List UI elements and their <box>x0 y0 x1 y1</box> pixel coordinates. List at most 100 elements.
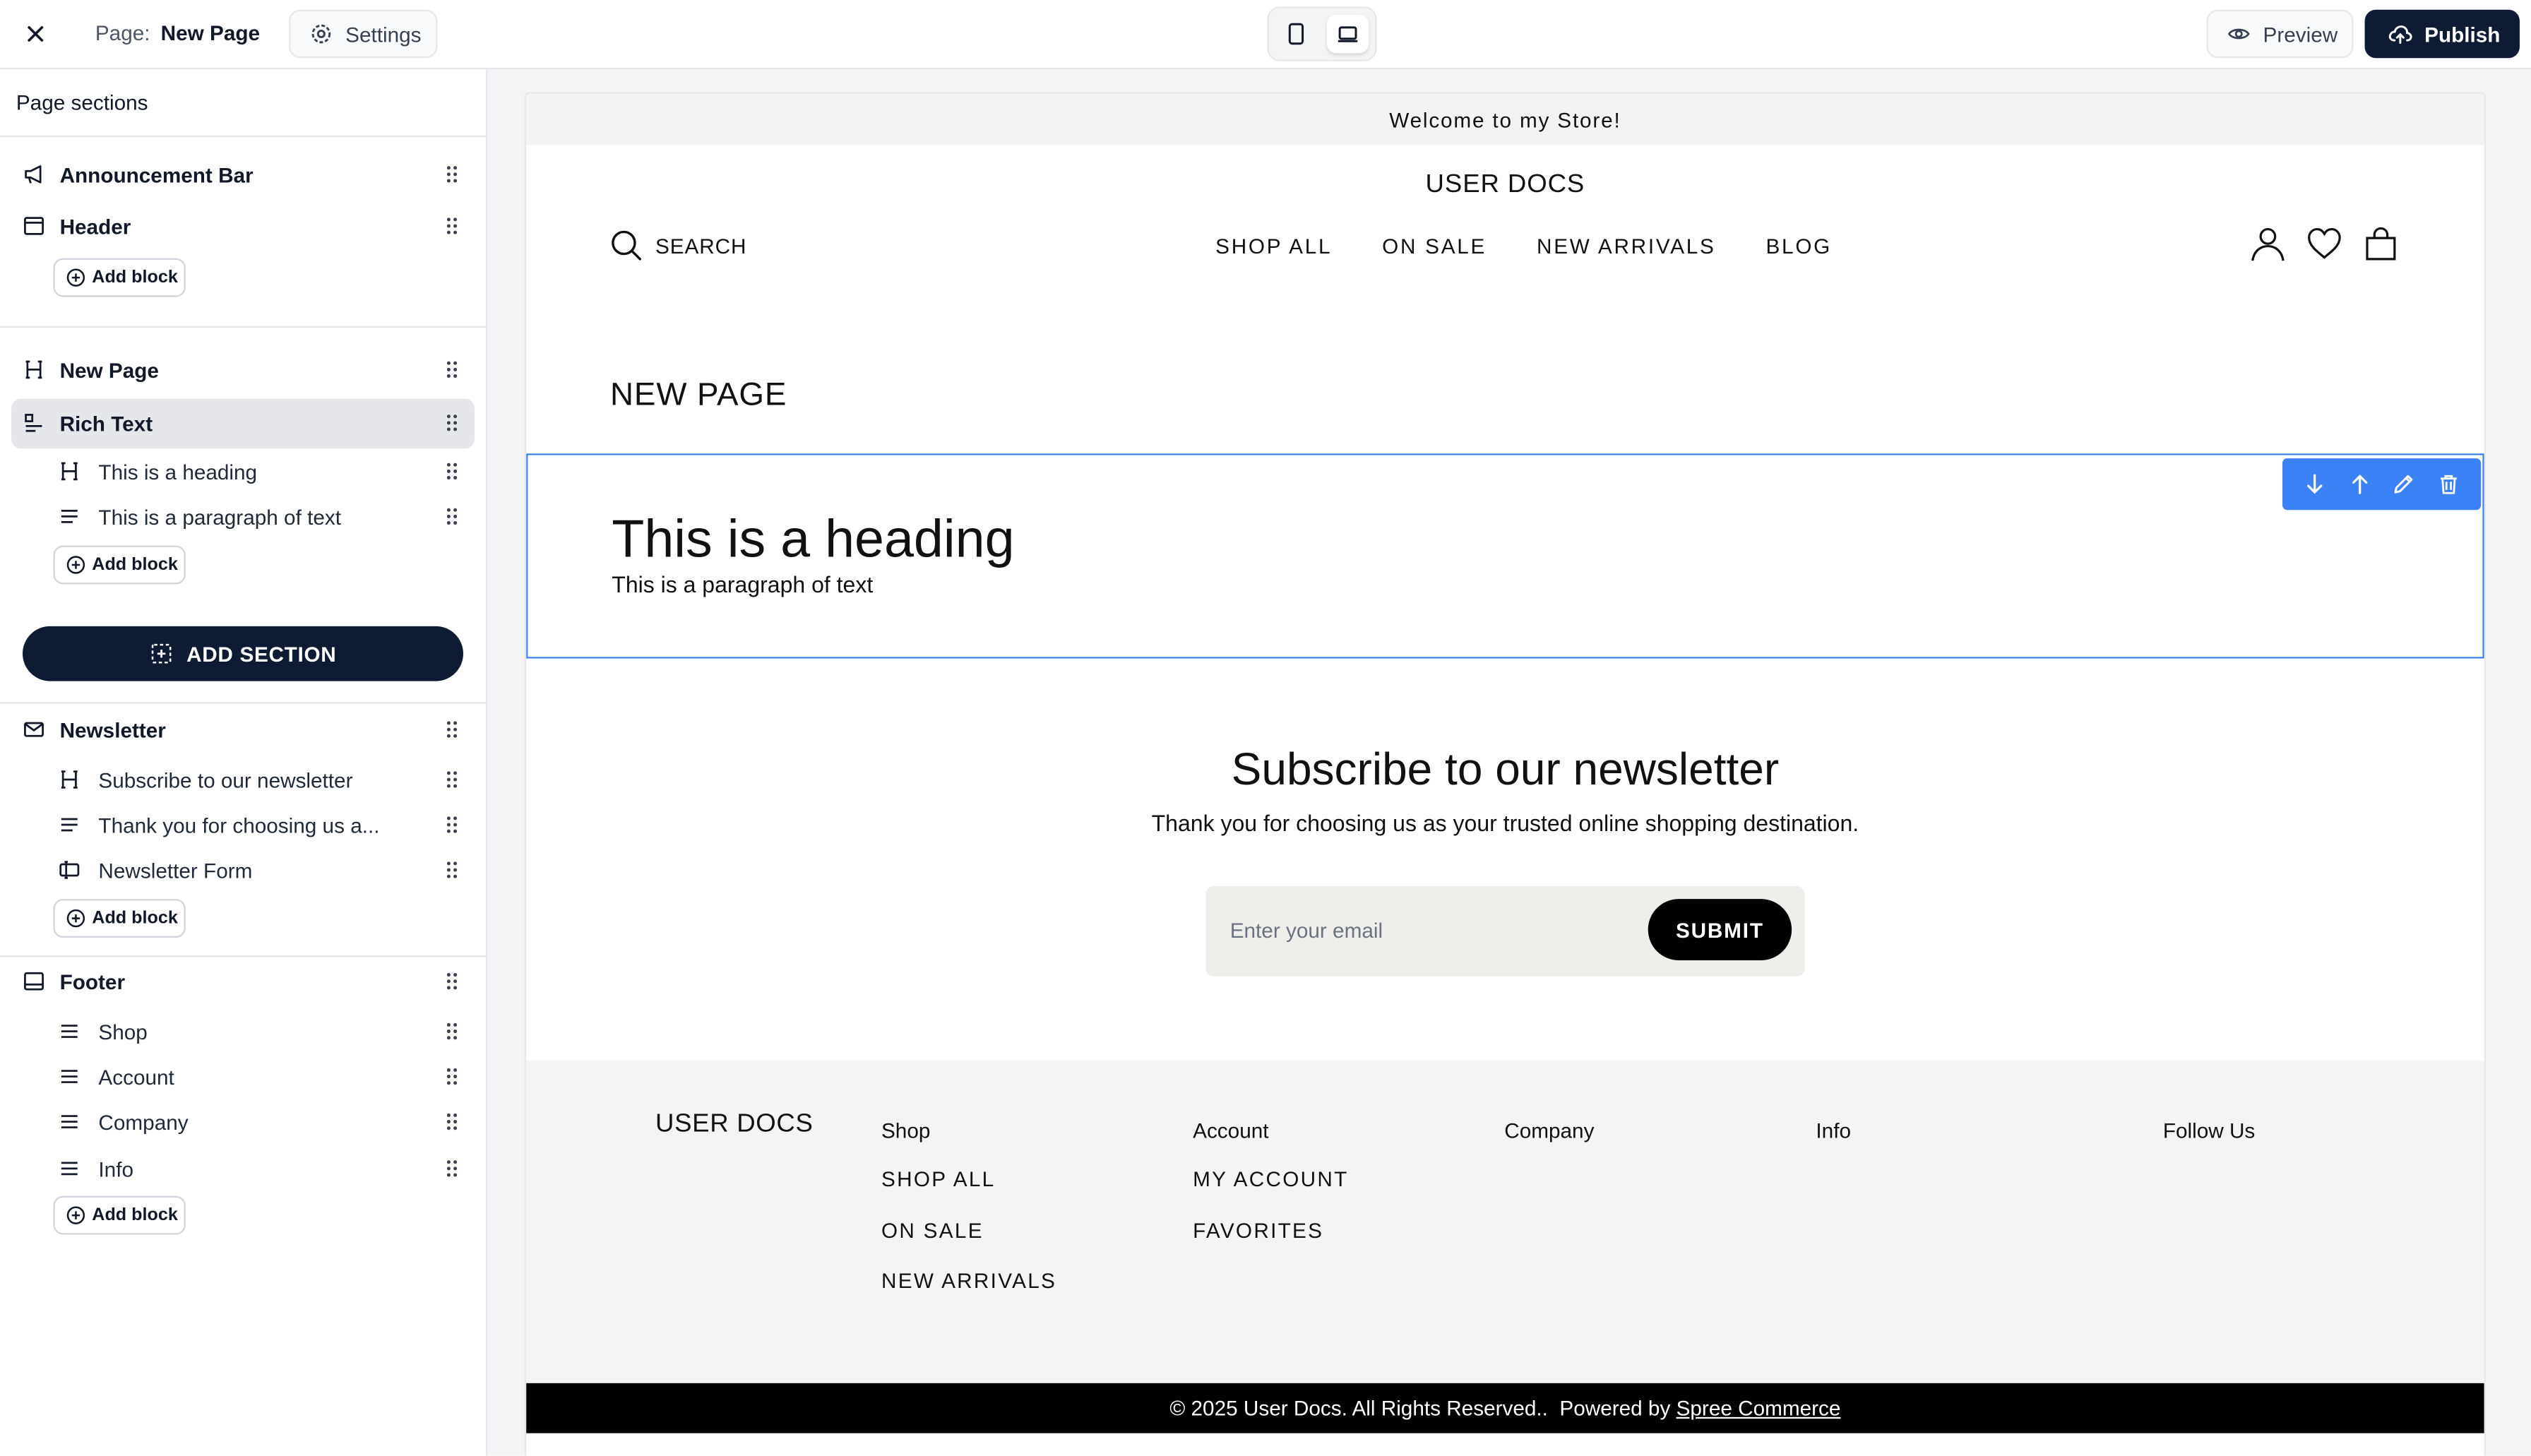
drag-handle-icon[interactable] <box>444 859 460 881</box>
submit-button[interactable]: SUBMIT <box>1648 899 1792 960</box>
block-label: Thank you for choosing us a... <box>98 813 380 838</box>
drag-handle-icon[interactable] <box>444 505 460 527</box>
page-label: Page: <box>95 20 150 45</box>
block-footer-shop[interactable]: Shop <box>11 1009 475 1054</box>
drag-handle-icon[interactable] <box>444 970 460 993</box>
nav-item-shop-all[interactable]: SHOP ALL <box>1215 234 1332 258</box>
sidebar-title: Page sections <box>16 90 148 115</box>
block-footer-company[interactable]: Company <box>11 1099 475 1145</box>
divider <box>0 135 486 138</box>
section-toolbar <box>2282 458 2482 511</box>
text-lines-icon <box>58 505 81 527</box>
footer-column-heading: Info <box>1816 1118 1851 1143</box>
drag-handle-icon[interactable] <box>444 813 460 836</box>
gear-icon <box>310 23 333 45</box>
add-section-button[interactable]: ADD SECTION <box>22 626 463 681</box>
divider <box>0 955 486 957</box>
publish-button[interactable]: Publish <box>2364 9 2520 59</box>
drag-handle-icon[interactable] <box>444 718 460 741</box>
nav-item-on-sale[interactable]: ON SALE <box>1382 234 1487 258</box>
page-title: NEW PAGE <box>609 377 787 414</box>
block-label: This is a heading <box>98 460 258 484</box>
drag-handle-icon[interactable] <box>444 358 460 381</box>
footer-column-company: Company <box>1504 1118 1594 1167</box>
drag-handle-icon[interactable] <box>444 1111 460 1133</box>
block-footer-account[interactable]: Account <box>11 1054 475 1099</box>
trash-icon[interactable] <box>2438 473 2460 496</box>
eye-icon <box>2227 23 2250 45</box>
block-newsletter-form[interactable]: Newsletter Form <box>11 847 475 893</box>
footer-logo[interactable]: USER DOCS <box>655 1111 814 1140</box>
footer-link[interactable]: FAVORITES <box>1193 1218 1348 1269</box>
arrow-up-icon[interactable] <box>2348 473 2371 496</box>
add-block-button[interactable]: Add block <box>53 899 186 938</box>
nav-item-blog[interactable]: BLOG <box>1765 234 1832 258</box>
footer-column-follow-us: Follow Us <box>2163 1118 2255 1167</box>
block-footer-info[interactable]: Info <box>11 1146 475 1191</box>
add-block-button[interactable]: Add block <box>53 545 186 585</box>
footer-column-heading: Account <box>1193 1118 1269 1143</box>
block-newsletter-heading[interactable]: Subscribe to our newsletter <box>11 757 475 802</box>
settings-button[interactable]: Settings <box>289 9 438 59</box>
powered-by-link[interactable]: Spree Commerce <box>1677 1396 1841 1420</box>
section-footer[interactable]: Footer <box>11 959 475 1004</box>
footer-column-shop: Shop SHOP ALL ON SALE NEW ARRIVALS <box>881 1118 1056 1320</box>
footer-link[interactable]: SHOP ALL <box>881 1167 1056 1218</box>
section-header[interactable]: Header <box>11 203 475 249</box>
section-newsletter[interactable]: Newsletter <box>11 707 475 752</box>
drag-handle-icon[interactable] <box>444 1157 460 1180</box>
mobile-view-button[interactable] <box>1275 15 1317 54</box>
drag-handle-icon[interactable] <box>444 215 460 237</box>
add-block-button[interactable]: Add block <box>53 1195 186 1235</box>
plus-circle-icon <box>66 268 85 287</box>
section-label: Announcement Bar <box>59 162 254 188</box>
settings-label: Settings <box>345 21 422 47</box>
page-name: New Page <box>160 20 261 45</box>
text-lines-icon <box>58 813 81 836</box>
close-icon[interactable] <box>21 19 50 48</box>
store-preview: Welcome to my Store! USER DOCS SEARCH SH… <box>524 92 2486 1456</box>
footer-link[interactable]: MY ACCOUNT <box>1193 1167 1348 1218</box>
announcement-text: Welcome to my Store! <box>1389 107 1621 132</box>
block-paragraph[interactable]: This is a paragraph of text <box>11 494 475 539</box>
pencil-icon[interactable] <box>2393 473 2415 496</box>
add-block-label: Add block <box>92 1205 178 1225</box>
footer-link[interactable]: ON SALE <box>881 1218 1056 1269</box>
drag-handle-icon[interactable] <box>444 163 460 186</box>
preview-button[interactable]: Preview <box>2206 9 2354 59</box>
user-icon[interactable] <box>2250 226 2285 261</box>
mail-icon <box>23 718 45 741</box>
block-newsletter-text[interactable]: Thank you for choosing us a... <box>11 802 475 847</box>
desktop-view-button[interactable] <box>1326 14 1369 54</box>
add-block-button[interactable]: Add block <box>53 258 186 297</box>
sections-sidebar: Page sections Announcement Bar Header Ad… <box>0 69 488 1456</box>
drag-handle-icon[interactable] <box>444 1020 460 1043</box>
announcement-bar[interactable]: Welcome to my Store! <box>526 93 2484 145</box>
layout-header-icon <box>23 215 45 237</box>
drag-handle-icon[interactable] <box>444 768 460 791</box>
menu-icon <box>58 1111 81 1133</box>
shopping-bag-icon[interactable] <box>2363 226 2398 261</box>
search-label: SEARCH <box>655 233 747 258</box>
block-label: Info <box>98 1157 133 1182</box>
nav-item-new-arrivals[interactable]: NEW ARRIVALS <box>1537 234 1716 258</box>
footer-link[interactable]: NEW ARRIVALS <box>881 1269 1056 1320</box>
heading-icon <box>23 358 45 381</box>
preview-canvas: Welcome to my Store! USER DOCS SEARCH SH… <box>487 69 2531 1456</box>
section-new-page[interactable]: New Page <box>11 347 475 392</box>
block-heading[interactable]: This is a heading <box>11 448 475 494</box>
arrow-down-icon[interactable] <box>2303 473 2325 496</box>
drag-handle-icon[interactable] <box>444 460 460 482</box>
search-link[interactable]: SEARCH <box>610 229 746 262</box>
section-announcement-bar[interactable]: Announcement Bar <box>11 152 475 197</box>
store-logo[interactable]: USER DOCS <box>526 171 2484 200</box>
email-field[interactable]: Enter your email <box>1230 919 1383 943</box>
rich-text-section-selected[interactable]: This is a heading This is a paragraph of… <box>526 453 2484 659</box>
drag-handle-icon[interactable] <box>444 1066 460 1088</box>
add-block-label: Add block <box>92 268 178 287</box>
add-section-icon <box>150 643 172 665</box>
section-rich-text[interactable]: Rich Text <box>11 398 475 449</box>
drag-handle-icon[interactable] <box>444 412 460 434</box>
heart-icon[interactable] <box>2306 226 2342 261</box>
section-label: Header <box>59 214 131 239</box>
